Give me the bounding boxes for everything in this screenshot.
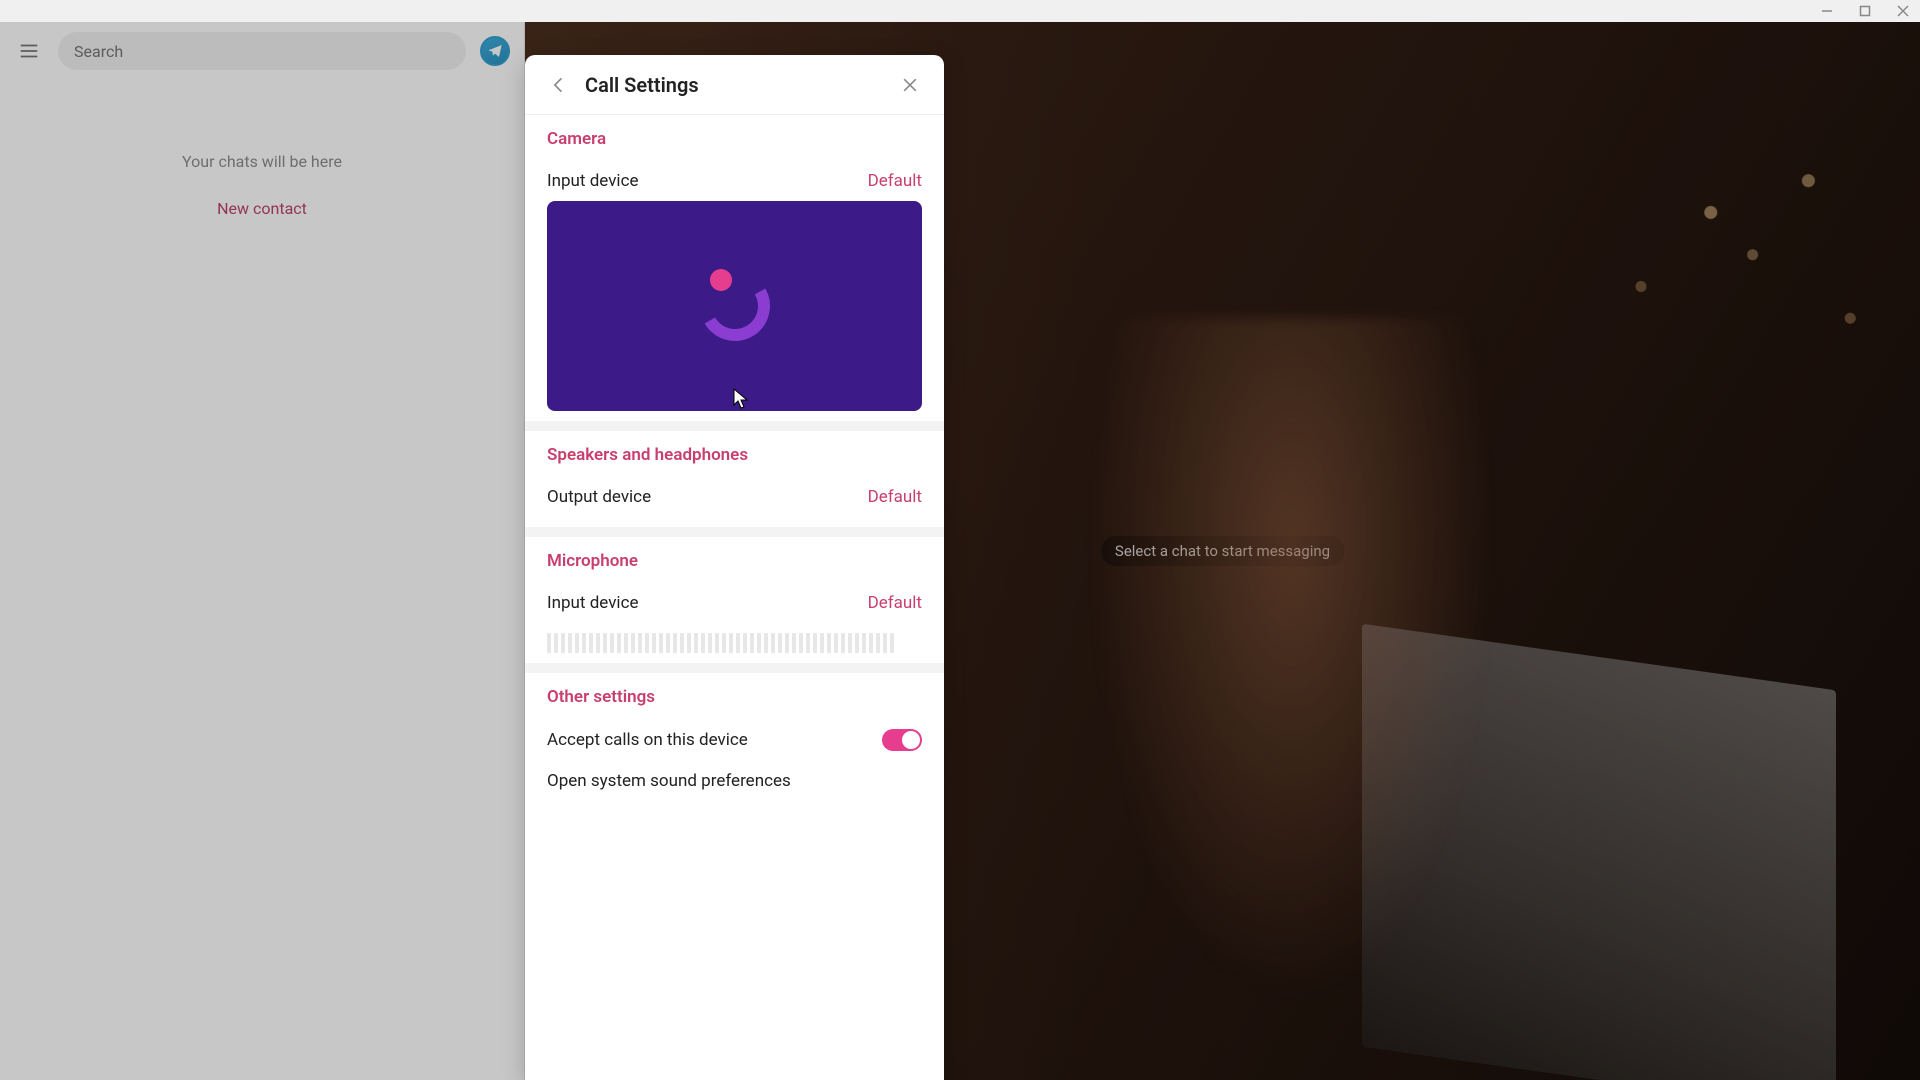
camera-section: Camera Input device Default	[525, 115, 944, 421]
sidebar-topbar	[0, 22, 524, 80]
call-settings-dialog: Call Settings Camera Input device Defaul…	[525, 55, 944, 1080]
background-decor	[1362, 623, 1836, 1080]
sidebar: Your chats will be here New contact	[0, 22, 525, 1080]
open-sound-prefs-label: Open system sound preferences	[547, 771, 791, 791]
speakers-section-title: Speakers and headphones	[547, 445, 922, 465]
dialog-title: Call Settings	[585, 73, 894, 97]
window-minimize-button[interactable]	[1818, 2, 1836, 20]
back-button[interactable]	[543, 69, 575, 101]
window-title-bar	[0, 0, 1920, 22]
new-contact-link[interactable]: New contact	[217, 199, 307, 218]
app-root: Your chats will be here New contact Sele…	[0, 22, 1920, 1080]
camera-input-value: Default	[868, 171, 922, 191]
open-sound-prefs-row[interactable]: Open system sound preferences	[547, 761, 922, 801]
camera-preview	[547, 201, 922, 411]
output-device-label: Output device	[547, 487, 651, 507]
sidebar-body: Your chats will be here New contact	[0, 80, 524, 1080]
telegram-icon[interactable]	[480, 36, 510, 66]
loading-spinner-icon	[700, 271, 770, 341]
window-close-button[interactable]	[1894, 2, 1912, 20]
other-settings-title: Other settings	[547, 687, 922, 707]
output-device-row[interactable]: Output device Default	[547, 477, 922, 517]
search-input[interactable]	[74, 42, 450, 61]
output-device-value: Default	[868, 487, 922, 507]
microphone-section-title: Microphone	[547, 551, 922, 571]
dialog-header: Call Settings	[525, 55, 944, 115]
menu-button[interactable]	[14, 36, 44, 66]
window-maximize-button[interactable]	[1856, 2, 1874, 20]
camera-section-title: Camera	[547, 129, 922, 149]
search-field-wrap[interactable]	[58, 32, 466, 70]
camera-input-label: Input device	[547, 171, 638, 191]
chats-empty-hint: Your chats will be here	[182, 152, 342, 171]
mic-level-meter	[547, 631, 922, 653]
accept-calls-label: Accept calls on this device	[547, 730, 748, 750]
speakers-section: Speakers and headphones Output device De…	[525, 421, 944, 527]
dialog-body[interactable]: Camera Input device Default Speakers and…	[525, 115, 944, 1080]
mic-input-label: Input device	[547, 593, 638, 613]
accept-calls-row[interactable]: Accept calls on this device	[547, 719, 922, 761]
chat-empty-hint: Select a chat to start messaging	[1101, 536, 1344, 566]
accept-calls-toggle[interactable]	[882, 729, 922, 751]
microphone-section: Microphone Input device Default	[525, 527, 944, 663]
mic-input-value: Default	[868, 593, 922, 613]
camera-input-device-row[interactable]: Input device Default	[547, 161, 922, 201]
close-button[interactable]	[894, 69, 926, 101]
other-settings-section: Other settings Accept calls on this devi…	[525, 663, 944, 811]
mic-input-device-row[interactable]: Input device Default	[547, 583, 922, 623]
